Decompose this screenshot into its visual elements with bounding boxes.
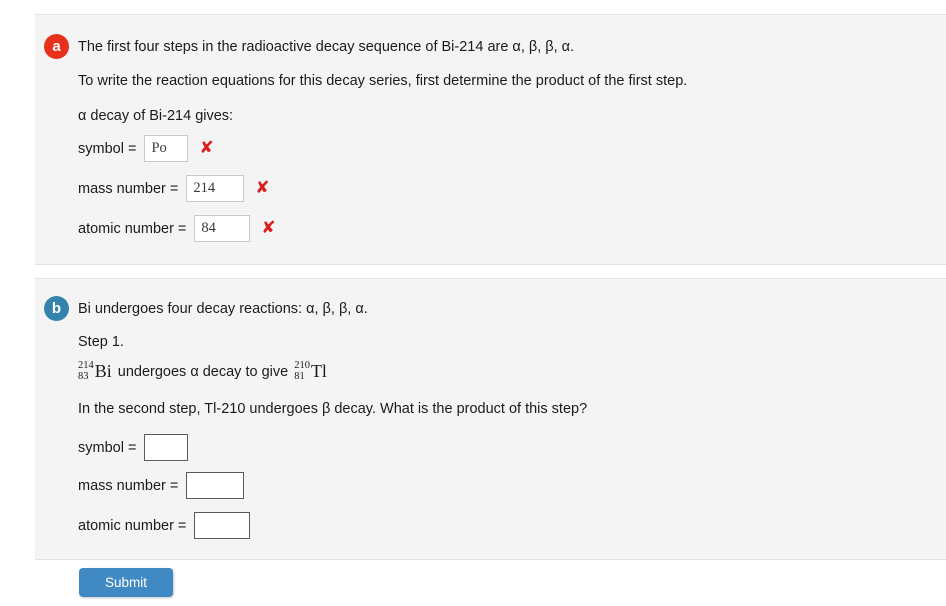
product-nuclide: 210 81 Tl bbox=[294, 360, 327, 383]
question-part-a-panel: a The first four steps in the radioactiv… bbox=[35, 14, 946, 265]
part-a-symbol-row: symbol = ✘ bbox=[78, 135, 214, 162]
part-b-decay-equation: 214 83 Bi undergoes α decay to give 210 … bbox=[78, 360, 327, 383]
part-a-statement-row: a The first four steps in the radioactiv… bbox=[44, 34, 574, 59]
part-a-mass-number-input[interactable] bbox=[186, 175, 245, 202]
worksheet-page: a The first four steps in the radioactiv… bbox=[0, 0, 946, 606]
part-b-mass-number-row: mass number = bbox=[78, 472, 245, 499]
part-b-step-label: Step 1. bbox=[78, 334, 124, 350]
reactant-indices: 214 83 bbox=[78, 360, 94, 383]
part-a-mass-number-row: mass number = ✘ bbox=[78, 175, 270, 202]
part-b-statement-row: b Bi undergoes four decay reactions: α, … bbox=[44, 296, 368, 321]
part-b-statement: Bi undergoes four decay reactions: α, β,… bbox=[78, 300, 368, 317]
part-a-statement: The first four steps in the radioactive … bbox=[78, 38, 575, 55]
part-b-atomic-number-row: atomic number = bbox=[78, 512, 251, 539]
part-b-symbol-input[interactable] bbox=[144, 434, 189, 461]
part-b-mass-number-input[interactable] bbox=[186, 472, 245, 499]
part-b-question: In the second step, Tl-210 undergoes β d… bbox=[78, 401, 588, 417]
part-a-mass-number-label: mass number = bbox=[78, 180, 179, 197]
reactant-symbol: Bi bbox=[94, 361, 112, 382]
part-b-symbol-label: symbol = bbox=[78, 439, 137, 456]
part-a-badge: a bbox=[44, 34, 69, 59]
product-symbol: Tl bbox=[310, 361, 327, 382]
part-a-atomic-number-input[interactable] bbox=[194, 215, 251, 242]
product-indices: 210 81 bbox=[294, 360, 310, 383]
part-b-mass-number-label: mass number = bbox=[78, 477, 179, 494]
part-a-mass-number-incorrect-icon: ✘ bbox=[255, 178, 270, 198]
reactant-nuclide: 214 83 Bi bbox=[78, 360, 112, 383]
part-a-instruction: To write the reaction equations for this… bbox=[78, 73, 688, 89]
part-b-symbol-row: symbol = bbox=[78, 434, 189, 461]
part-a-atomic-number-label: atomic number = bbox=[78, 220, 187, 237]
part-a-atomic-number-incorrect-icon: ✘ bbox=[261, 218, 276, 238]
product-atomic-number: 81 bbox=[294, 370, 305, 382]
submit-button[interactable]: Submit bbox=[79, 568, 173, 597]
part-a-symbol-incorrect-icon: ✘ bbox=[199, 138, 214, 158]
reactant-atomic-number: 83 bbox=[78, 370, 89, 382]
equation-verb: undergoes α decay to give bbox=[117, 363, 289, 380]
question-part-b-panel: b Bi undergoes four decay reactions: α, … bbox=[35, 278, 946, 560]
part-b-atomic-number-label: atomic number = bbox=[78, 517, 187, 534]
part-a-symbol-label: symbol = bbox=[78, 140, 137, 157]
part-a-atomic-number-row: atomic number = ✘ bbox=[78, 215, 276, 242]
part-b-atomic-number-input[interactable] bbox=[194, 512, 251, 539]
part-a-prompt: α decay of Bi-214 gives: bbox=[78, 108, 234, 124]
part-b-badge: b bbox=[44, 296, 69, 321]
part-a-symbol-input[interactable] bbox=[144, 135, 189, 162]
